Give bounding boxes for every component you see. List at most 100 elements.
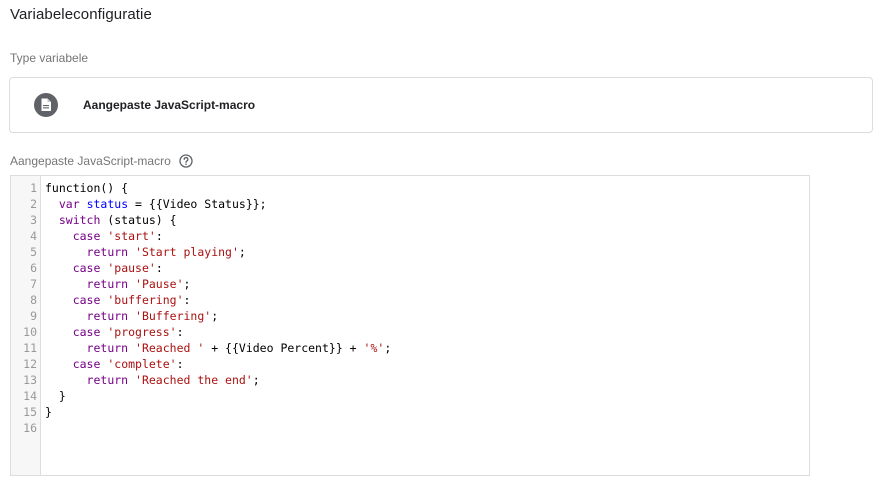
code-token-plain: : — [155, 261, 163, 275]
macro-label-row: Aangepaste JavaScript-macro — [10, 154, 193, 168]
code-token-plain: ; — [252, 373, 260, 387]
line-number: 2 — [30, 197, 37, 211]
code-line: case 'progress': — [45, 324, 809, 340]
line-number: 14 — [23, 389, 37, 403]
code-token-var: status — [86, 197, 129, 211]
code-token-str: 'Reached the end' — [135, 373, 253, 387]
code-token-plain: : — [176, 357, 184, 371]
code-token-str: '%' — [363, 341, 385, 355]
line-number: 1 — [30, 181, 37, 195]
code-token-str: 'start' — [107, 229, 156, 243]
code-line: function() { — [45, 180, 809, 196]
code-line: return 'Start playing'; — [45, 244, 809, 260]
line-number: 3 — [30, 213, 37, 227]
variable-type-card[interactable]: Aangepaste JavaScript-macro — [9, 77, 873, 133]
line-number: 12 — [23, 357, 37, 371]
variable-type-name: Aangepaste JavaScript-macro — [83, 98, 256, 112]
code-token-str: 'buffering' — [107, 293, 184, 307]
code-token-kw: return — [86, 245, 129, 259]
line-number: 16 — [23, 421, 37, 435]
code-token-plain: + {{Video Percent}} + — [204, 341, 364, 355]
code-token-plain: function() { — [45, 181, 129, 195]
code-editor[interactable]: 1 2 3 4 5 6 7 8 9 10 11 12 13 14 15 16 function() { var… — [10, 175, 810, 476]
code-token-plain: : — [155, 229, 163, 243]
code-line: case 'pause': — [45, 260, 809, 276]
code-token-str: 'progress' — [107, 325, 177, 339]
code-token-kw: return — [86, 341, 129, 355]
code-token-kw: var — [58, 197, 80, 211]
code-token-plain: = {{Video Status}}; — [128, 197, 267, 211]
line-number: 5 — [30, 245, 37, 259]
line-number: 10 — [23, 325, 37, 339]
code-token-kw: case — [72, 357, 101, 371]
help-circle-icon[interactable] — [179, 154, 193, 168]
code-line: switch (status) { — [45, 212, 809, 228]
code-token-kw: return — [86, 309, 129, 323]
line-number: 4 — [30, 229, 37, 243]
code-line: return 'Pause'; — [45, 276, 809, 292]
code-token-plain: ; — [384, 341, 392, 355]
code-line: case 'complete': — [45, 356, 809, 372]
code-token-plain: (status) { — [100, 213, 177, 227]
code-token-kw: case — [72, 325, 101, 339]
code-token-str: 'Pause' — [135, 277, 184, 291]
code-line: var status = {{Video Status}}; — [45, 196, 809, 212]
code-line: case 'start': — [45, 228, 809, 244]
code-token-plain: } — [45, 389, 66, 403]
code-token-plain: ; — [211, 309, 219, 323]
code-token-kw: return — [86, 373, 129, 387]
code-token-kw: case — [72, 293, 101, 307]
line-number: 11 — [23, 341, 37, 355]
line-number: 6 — [30, 261, 37, 275]
line-number: 15 — [23, 405, 37, 419]
code-token-str: 'pause' — [107, 261, 156, 275]
line-number-gutter: 1 2 3 4 5 6 7 8 9 10 11 12 13 14 15 16 — [11, 176, 41, 475]
code-token-plain: : — [183, 293, 191, 307]
code-area[interactable]: function() { var status = {{Video Status… — [41, 176, 809, 475]
code-token-str: 'Start playing' — [135, 245, 239, 259]
code-token-kw: case — [72, 229, 101, 243]
code-token-str: 'complete' — [107, 357, 177, 371]
macro-label: Aangepaste JavaScript-macro — [10, 154, 171, 168]
code-token-plain: } — [45, 405, 52, 419]
document-icon — [34, 93, 58, 117]
code-token-str: 'Reached ' — [135, 341, 205, 355]
line-number: 13 — [23, 373, 37, 387]
code-line: return 'Reached ' + {{Video Percent}} + … — [45, 340, 809, 356]
code-token-kw: return — [86, 277, 129, 291]
code-token-plain: ; — [238, 245, 246, 259]
code-token-plain: : — [176, 325, 184, 339]
line-number: 9 — [30, 309, 37, 323]
code-token-kw: case — [72, 261, 101, 275]
code-line: } — [45, 388, 809, 404]
code-token-str: 'Buffering' — [135, 309, 212, 323]
section-title: Variabeleconfiguratie — [10, 6, 152, 23]
code-line: } — [45, 404, 809, 420]
type-label: Type variabele — [10, 51, 89, 65]
code-line: return 'Buffering'; — [45, 308, 809, 324]
code-line: case 'buffering': — [45, 292, 809, 308]
code-token-kw: switch — [58, 213, 101, 227]
line-number: 7 — [30, 277, 37, 291]
code-token-plain: ; — [183, 277, 191, 291]
code-line: return 'Reached the end'; — [45, 372, 809, 388]
